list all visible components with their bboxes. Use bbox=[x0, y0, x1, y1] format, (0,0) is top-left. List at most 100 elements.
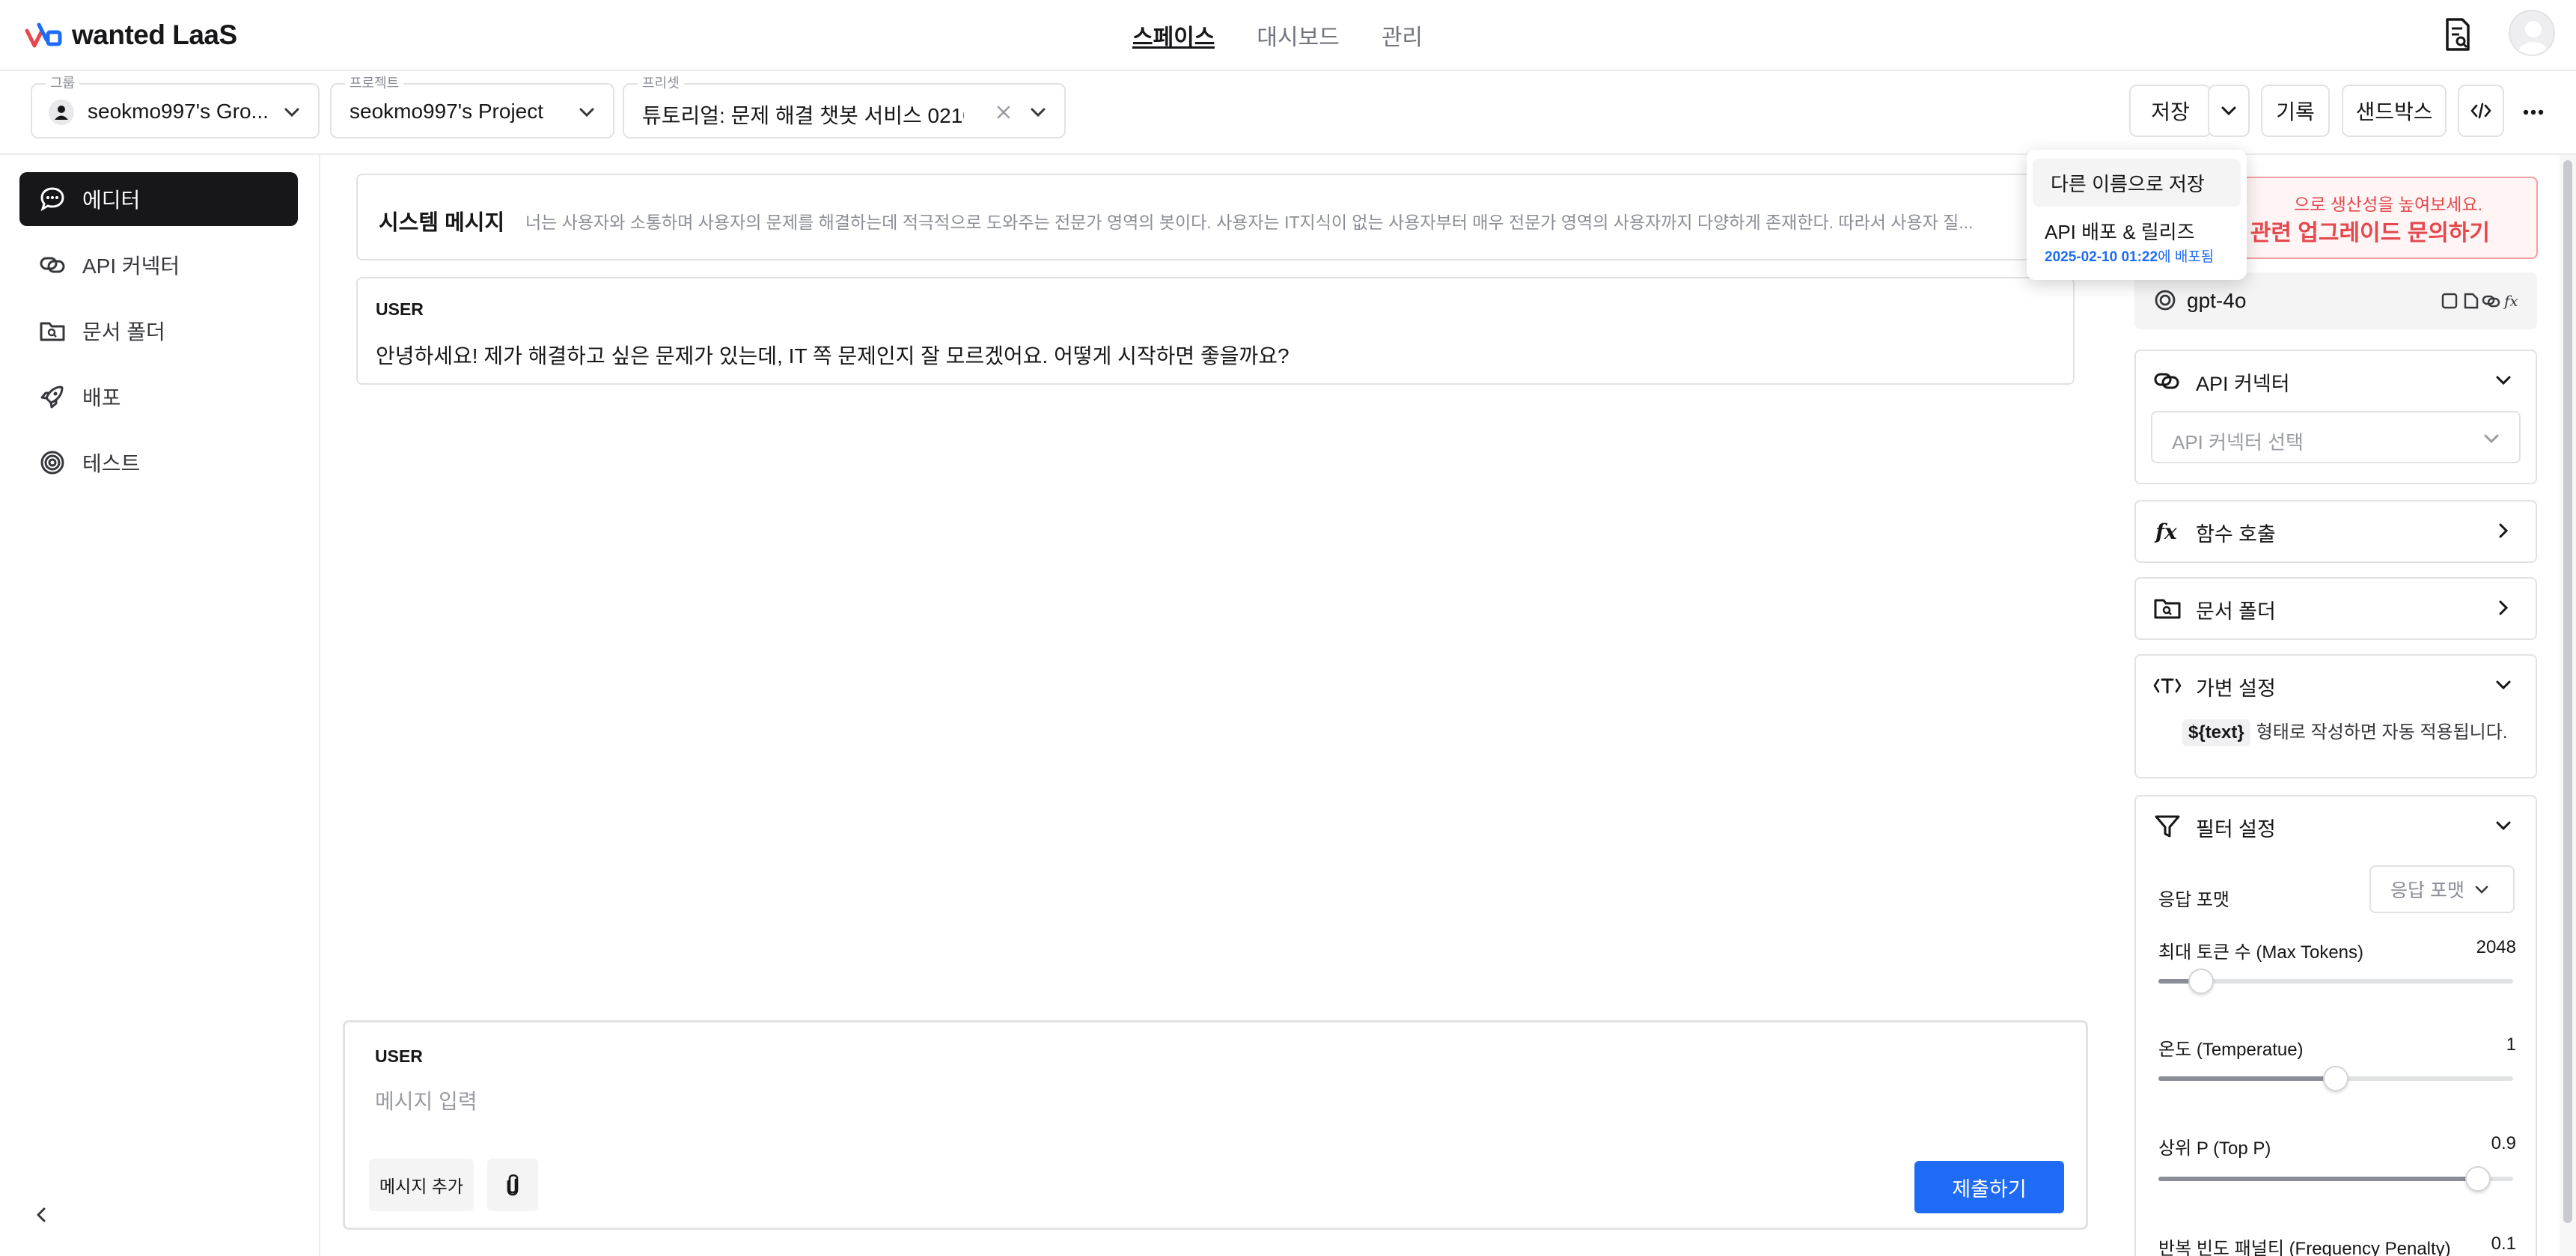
svg-text:fx: fx bbox=[2154, 519, 2177, 544]
slider-handle[interactable] bbox=[2323, 1066, 2348, 1091]
clear-icon[interactable] bbox=[995, 104, 1012, 121]
temperature-row: 온도 (Temperatue) 1 bbox=[2158, 1034, 2516, 1061]
chevron-left-icon bbox=[37, 1207, 46, 1222]
sidebar-item-editor[interactable]: 에디터 bbox=[19, 172, 298, 226]
freq-penalty-row: 반복 빈도 패널티 (Frequency Penalty) 0.1 bbox=[2158, 1234, 2516, 1256]
folder-search-icon bbox=[37, 316, 67, 346]
collapse-sidebar-button[interactable] bbox=[27, 1200, 57, 1230]
doc-folder-section[interactable]: 문서 폴더 bbox=[2134, 577, 2537, 640]
top-p-label: 상위 P (Top P) bbox=[2158, 1138, 2271, 1159]
chevron-down-icon bbox=[2475, 885, 2488, 894]
group-select-value: seokmo997's Gro... bbox=[88, 100, 269, 123]
model-name: gpt-4o bbox=[2187, 289, 2247, 312]
variables-help-text: 형태로 작성하면 자동 적용됩니다. bbox=[2256, 722, 2508, 743]
sidebar-item-test[interactable]: 테스트 bbox=[19, 436, 298, 490]
section-title: 필터 설정 bbox=[2196, 818, 2276, 841]
message-input[interactable]: 메시지 입력 bbox=[375, 1085, 477, 1115]
preset-select-label: 프리셋 bbox=[638, 76, 684, 91]
add-message-button[interactable]: 메시지 추가 bbox=[369, 1159, 474, 1211]
tab-manage[interactable]: 관리 bbox=[1382, 0, 1423, 70]
link-icon bbox=[37, 250, 67, 280]
system-message-card[interactable]: 시스템 메시지 너는 사용자와 소통하며 사용자의 문제를 해결하는데 적극적으… bbox=[356, 174, 2075, 260]
banner-text: 으로 생산성을 높여보세요. bbox=[2294, 195, 2482, 214]
api-connector-placeholder: API 커넥터 선택 bbox=[2172, 431, 2304, 454]
more-button[interactable] bbox=[2515, 97, 2552, 127]
slider-handle[interactable] bbox=[2465, 1166, 2491, 1192]
tab-dashboard[interactable]: 대시보드 bbox=[1257, 0, 1339, 70]
temperature-slider[interactable] bbox=[2158, 1066, 2513, 1091]
response-format-value: 응답 포맷 bbox=[2390, 880, 2464, 901]
section-title: 함수 호출 bbox=[2196, 523, 2276, 546]
variables-help: ${text} 형태로 작성하면 자동 적용됩니다. bbox=[2182, 717, 2508, 746]
slider-fill bbox=[2158, 1076, 2336, 1081]
tab-space[interactable]: 스페이스 bbox=[1132, 0, 1215, 70]
chevron-down-icon[interactable] bbox=[2494, 371, 2513, 390]
save-options-button[interactable] bbox=[2208, 85, 2250, 137]
preset-select[interactable]: 프리셋 튜토리얼: 문제 해결 챗봇 서비스 02101... bbox=[623, 76, 1066, 138]
variables-section: 가변 설정 ${text} 형태로 작성하면 자동 적용됩니다. bbox=[2134, 654, 2537, 778]
sidebar-item-api-connector[interactable]: API 커넥터 bbox=[19, 238, 298, 292]
chevron-down-icon bbox=[579, 108, 594, 118]
project-select[interactable]: 프로젝트 seokmo997's Project bbox=[330, 76, 614, 138]
attach-button[interactable] bbox=[487, 1159, 538, 1211]
banner-link[interactable]: 관련 업그레이드 문의하기 bbox=[2250, 214, 2490, 247]
sidebar-item-label: 에디터 bbox=[82, 189, 141, 212]
group-select[interactable]: 그룹 seokmo997's Gro... bbox=[31, 76, 320, 138]
code-button[interactable] bbox=[2458, 85, 2504, 137]
logo[interactable]: wanted LaaS bbox=[24, 16, 237, 54]
filter-section: 필터 설정 응답 포맷 응답 포맷 최대 토큰 수 (Max Tokens) 2… bbox=[2134, 795, 2537, 1256]
group-avatar bbox=[49, 100, 74, 125]
function-call-section[interactable]: fx 함수 호출 bbox=[2134, 500, 2537, 563]
history-button[interactable]: 기록 bbox=[2261, 85, 2330, 137]
menu-item-api-deploy[interactable]: API 배포 & 릴리즈 bbox=[2045, 217, 2195, 245]
api-connector-select[interactable]: API 커넥터 선택 bbox=[2151, 411, 2521, 463]
save-button[interactable]: 저장 bbox=[2129, 85, 2212, 137]
deploy-date: 2025-02-10 01:22 bbox=[2045, 249, 2158, 265]
user-icon bbox=[55, 106, 68, 120]
submit-button[interactable]: 제출하기 bbox=[1914, 1161, 2064, 1213]
max-tokens-row: 최대 토큰 수 (Max Tokens) 2048 bbox=[2158, 937, 2516, 963]
save-dropdown-menu: 다른 이름으로 저장 API 배포 & 릴리즈 2025-02-10 01:22… bbox=[2027, 150, 2247, 280]
document-search-icon[interactable] bbox=[2441, 16, 2474, 52]
section-title: API 커넥터 bbox=[2196, 373, 2290, 395]
model-selector[interactable]: gpt-4o fx bbox=[2134, 272, 2537, 329]
message-role: USER bbox=[376, 299, 424, 319]
max-tokens-slider[interactable] bbox=[2158, 969, 2513, 994]
sidebar-item-label: 테스트 bbox=[82, 452, 141, 475]
temperature-label: 온도 (Temperatue) bbox=[2158, 1040, 2304, 1060]
message-composer: USER 메시지 입력 메시지 추가 제출하기 bbox=[343, 1020, 2088, 1230]
top-p-slider[interactable] bbox=[2158, 1166, 2513, 1192]
sandbox-button[interactable]: 샌드박스 bbox=[2342, 85, 2447, 137]
more-icon bbox=[2523, 109, 2544, 115]
chevron-right-icon bbox=[2499, 600, 2509, 615]
menu-item-save-as[interactable]: 다른 이름으로 저장 bbox=[2033, 159, 2241, 207]
filter-icon bbox=[2155, 815, 2180, 838]
openai-icon bbox=[2155, 290, 2176, 311]
sidebar-item-doc-folder[interactable]: 문서 폴더 bbox=[19, 304, 298, 358]
temperature-value: 1 bbox=[2506, 1034, 2516, 1055]
chat-bubble-icon bbox=[37, 184, 67, 214]
sidebar-item-deploy[interactable]: 배포 bbox=[19, 370, 298, 424]
response-format-select[interactable]: 응답 포맷 bbox=[2369, 865, 2515, 913]
scrollbar-thumb[interactable] bbox=[2563, 160, 2572, 1223]
user-icon bbox=[2518, 21, 2548, 55]
chevron-down-icon[interactable] bbox=[2494, 816, 2513, 835]
target-icon bbox=[37, 448, 67, 478]
chevron-down-icon[interactable] bbox=[2494, 675, 2513, 695]
top-p-row: 상위 P (Top P) 0.9 bbox=[2158, 1133, 2516, 1159]
svg-text:fx: fx bbox=[2503, 292, 2518, 310]
section-title: 가변 설정 bbox=[2196, 677, 2276, 700]
slider-handle[interactable] bbox=[2188, 969, 2214, 994]
logo-icon bbox=[25, 22, 62, 48]
composer-role: USER bbox=[375, 1046, 423, 1066]
system-message-text[interactable]: 너는 사용자와 소통하며 사용자의 문제를 해결하는데 적극적으로 도와주는 전… bbox=[525, 208, 2075, 234]
system-message-title: 시스템 메시지 bbox=[379, 211, 505, 235]
top-p-value: 0.9 bbox=[2491, 1133, 2516, 1153]
paperclip-icon bbox=[507, 1174, 519, 1196]
top-nav: wanted LaaS 스페이스 대시보드 관리 bbox=[0, 0, 2576, 71]
user-message-text[interactable]: 안녕하세요! 제가 해결하고 싶은 문제가 있는데, IT 쪽 문제인지 잘 모… bbox=[376, 340, 1289, 370]
avatar[interactable] bbox=[2509, 10, 2555, 56]
text-variable-icon bbox=[2153, 678, 2182, 694]
user-message-card[interactable]: USER 안녕하세요! 제가 해결하고 싶은 문제가 있는데, IT 쪽 문제인… bbox=[356, 277, 2075, 385]
folder-search-icon bbox=[2154, 599, 2181, 619]
